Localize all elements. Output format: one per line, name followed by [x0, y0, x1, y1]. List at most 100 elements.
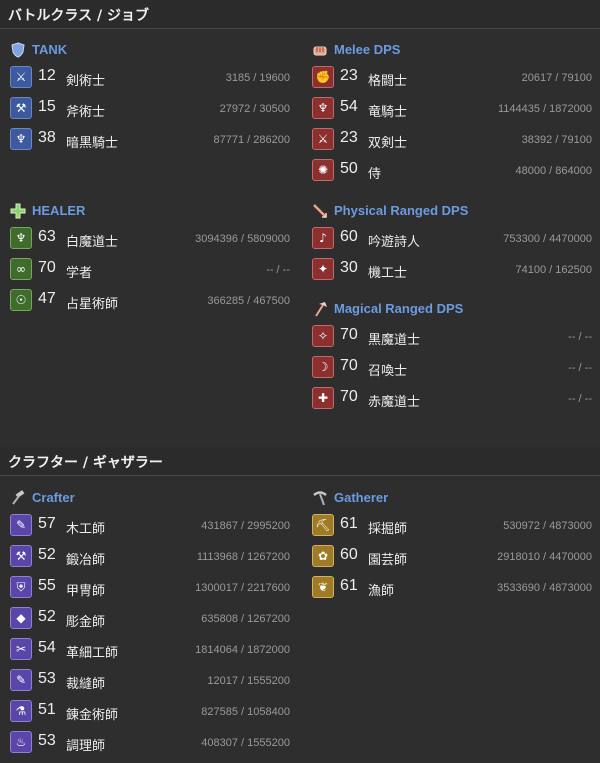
job-name: 白魔道士 [66, 235, 119, 250]
job-exp: 366285 / 467500 [207, 295, 290, 307]
job-exp: 74100 / 162500 [515, 264, 592, 276]
job-name: 斧術士 [66, 105, 106, 120]
job-row[interactable]: ♆ 63 白魔道士 3094396 / 5809000 [10, 225, 290, 253]
job-exp: 20617 / 79100 [521, 72, 592, 84]
job-name: 木工師 [66, 522, 106, 537]
job-level: 30 [340, 259, 358, 276]
job-exp: 1113968 / 1267200 [196, 551, 290, 563]
job-exp: 827585 / 1058400 [201, 706, 290, 718]
job-level: 61 [340, 515, 358, 532]
job-name: 吟遊詩人 [368, 235, 421, 250]
job-row[interactable]: ✺ 50 侍 48000 / 864000 [312, 157, 592, 185]
category-label: Melee DPS [334, 42, 401, 57]
job-name: 漁師 [368, 584, 395, 599]
job-row[interactable]: ⚔ 23 双剣士 38392 / 79100 [312, 126, 592, 154]
job-row[interactable]: ⛨ 55 甲冑師 1300017 / 2217600 [10, 574, 290, 602]
job-exp: 1814064 / 1872000 [195, 644, 290, 656]
job-name: 革細工師 [66, 646, 119, 661]
job-row[interactable]: ❦ 61 漁師 3533690 / 4873000 [312, 574, 592, 602]
job-exp: 3533690 / 4873000 [497, 582, 592, 594]
black-mage-icon: ✧ [312, 325, 334, 347]
bow-icon [313, 204, 327, 218]
job-exp: 753300 / 4470000 [503, 233, 592, 245]
job-name: 召喚士 [368, 364, 408, 379]
job-level: 60 [340, 228, 358, 245]
job-row[interactable]: ☉ 47 占星術師 366285 / 467500 [10, 287, 290, 315]
job-exp: 87771 / 286200 [213, 134, 290, 146]
job-row[interactable]: ∞ 70 学者 -- / -- [10, 256, 290, 284]
bard-icon: ♪ [312, 227, 334, 249]
job-row[interactable]: ⚗ 51 錬金術師 827585 / 1058400 [10, 698, 290, 726]
job-row[interactable]: ◆ 52 彫金師 635808 / 1267200 [10, 605, 290, 633]
job-level: 70 [340, 388, 358, 405]
battle-section-header: バトルクラス / ジョブ [0, 0, 600, 29]
category-label: Gatherer [334, 490, 389, 505]
job-row[interactable]: ♆ 38 暗黒騎士 87771 / 286200 [10, 126, 290, 154]
scholar-icon: ∞ [10, 258, 32, 280]
job-name: 機工士 [368, 266, 408, 281]
cross-icon [10, 203, 26, 219]
job-exp: 12017 / 1555200 [207, 675, 290, 687]
weaver-icon: ✎ [10, 669, 32, 691]
job-row[interactable]: ♨ 53 調理師 408307 / 1555200 [10, 729, 290, 757]
job-row[interactable]: ✦ 30 機工士 74100 / 162500 [312, 256, 592, 284]
category-label: Magical Ranged DPS [334, 301, 464, 316]
category-crafter: Crafter [10, 488, 290, 510]
red-mage-icon: ✚ [312, 387, 334, 409]
job-exp: 3185 / 19600 [225, 72, 290, 84]
job-row[interactable]: ✊ 23 格闘士 20617 / 79100 [312, 64, 592, 92]
job-name: 学者 [66, 266, 93, 281]
job-name: 侍 [368, 167, 382, 182]
category-melee: Melee DPS [312, 40, 592, 62]
job-level: 53 [38, 732, 56, 749]
axe-icon: ⚒ [10, 97, 32, 119]
job-level: 38 [38, 129, 56, 146]
job-level: 52 [38, 608, 56, 625]
botanist-icon: ✿ [312, 545, 334, 567]
job-row[interactable]: ⚒ 52 鍛冶師 1113968 / 1267200 [10, 543, 290, 571]
job-name: 裁縫師 [66, 677, 106, 692]
job-level: 54 [38, 639, 56, 656]
job-level: 15 [38, 98, 56, 115]
job-level: 52 [38, 546, 56, 563]
carpenter-icon: ✎ [10, 514, 32, 536]
crafter-section-header: クラフター / ギャザラー [0, 447, 600, 476]
job-name: 園芸師 [368, 553, 408, 568]
job-row[interactable]: ✎ 53 裁縫師 12017 / 1555200 [10, 667, 290, 695]
job-row[interactable]: ☽ 70 召喚士 -- / -- [312, 354, 592, 382]
job-exp: 3094396 / 5809000 [195, 233, 290, 245]
dark-knight-icon: ♆ [10, 128, 32, 150]
armorer-icon: ⛨ [10, 576, 32, 598]
job-exp: -- / -- [568, 393, 592, 405]
job-row[interactable]: ✧ 70 黒魔道士 -- / -- [312, 323, 592, 351]
job-row[interactable]: ⚔ 12 剣術士 3185 / 19600 [10, 64, 290, 92]
category-healer: HEALER [10, 201, 290, 223]
job-exp: 431867 / 2995200 [201, 520, 290, 532]
job-row[interactable]: ♆ 54 竜騎士 1144435 / 1872000 [312, 95, 592, 123]
job-name: 竜騎士 [368, 105, 408, 120]
job-row[interactable]: ✿ 60 園芸師 2918010 / 4470000 [312, 543, 592, 571]
job-name: 剣術士 [66, 74, 106, 89]
job-level: 12 [38, 67, 56, 84]
job-row[interactable]: ✎ 57 木工師 431867 / 2995200 [10, 512, 290, 540]
job-row[interactable]: ⚒ 15 斧術士 27972 / 30500 [10, 95, 290, 123]
fist-icon [313, 46, 327, 56]
dragoon-icon: ♆ [312, 97, 334, 119]
job-level: 70 [38, 259, 56, 276]
job-level: 60 [340, 546, 358, 563]
sword-icon: ⚔ [10, 66, 32, 88]
job-row[interactable]: ♪ 60 吟遊詩人 753300 / 4470000 [312, 225, 592, 253]
job-row[interactable]: ⛏ 61 採掘師 530972 / 4873000 [312, 512, 592, 540]
goldsmith-icon: ◆ [10, 607, 32, 629]
alchemist-icon: ⚗ [10, 700, 32, 722]
astrologian-icon: ☉ [10, 289, 32, 311]
category-gatherer: Gatherer [312, 488, 592, 510]
category-label: Crafter [32, 490, 75, 505]
job-name: 双剣士 [368, 136, 408, 151]
job-row[interactable]: ✂ 54 革細工師 1814064 / 1872000 [10, 636, 290, 664]
job-exp: 1144435 / 1872000 [498, 103, 592, 115]
job-row[interactable]: ✚ 70 赤魔道士 -- / -- [312, 385, 592, 413]
summoner-icon: ☽ [312, 356, 334, 378]
hammer-icon [12, 490, 25, 505]
job-exp: 27972 / 30500 [219, 103, 290, 115]
